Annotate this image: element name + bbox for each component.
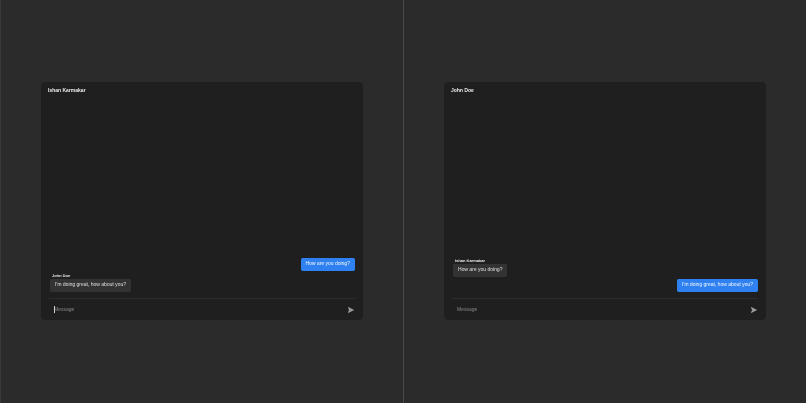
message-input[interactable] xyxy=(54,306,334,314)
chat-title: John Doe xyxy=(451,88,474,94)
chat-window: John Doe Ishan Karmakar How are you doin… xyxy=(444,82,766,320)
chat-pane-right: John Doe Ishan Karmakar How are you doin… xyxy=(403,0,806,403)
text-caret xyxy=(54,306,55,313)
message-sender-name: John Doe xyxy=(52,273,71,278)
incoming-message-bubble: I'm doing great, how about you? xyxy=(50,279,132,292)
incoming-message-bubble: How are you doing? xyxy=(453,264,508,277)
composer-divider xyxy=(49,298,355,299)
message-composer xyxy=(49,304,357,316)
message-input[interactable] xyxy=(457,306,737,314)
composer-divider xyxy=(452,298,758,299)
message-composer xyxy=(452,304,760,316)
message-sender-name: Ishan Karmakar xyxy=(455,258,486,263)
chat-pane-left: Ishan Karmakar How are you doing? John D… xyxy=(0,0,403,403)
chat-window: Ishan Karmakar How are you doing? John D… xyxy=(41,82,363,320)
send-icon[interactable] xyxy=(750,306,758,314)
send-icon[interactable] xyxy=(347,306,355,314)
chat-title: Ishan Karmakar xyxy=(48,88,86,94)
outgoing-message-bubble: I'm doing great, how about you? xyxy=(676,279,758,292)
outgoing-message-bubble: How are you doing? xyxy=(300,258,355,271)
